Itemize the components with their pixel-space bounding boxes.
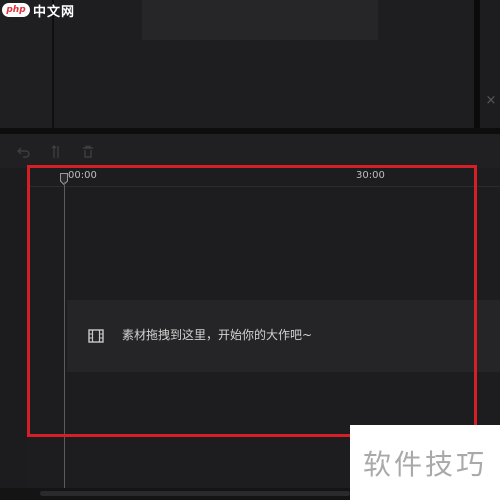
logo-badge: php bbox=[2, 3, 30, 17]
logo-site-name: 中文网 bbox=[33, 4, 76, 20]
close-icon[interactable]: × bbox=[484, 94, 498, 108]
highlight-annotation-box bbox=[27, 165, 477, 437]
right-panel bbox=[480, 0, 500, 128]
timeline-toolbar bbox=[0, 134, 500, 168]
track-header-column bbox=[0, 168, 27, 488]
split-icon[interactable] bbox=[48, 144, 64, 160]
watermark-box: 软件技巧 bbox=[350, 425, 500, 500]
undo-icon[interactable] bbox=[16, 144, 32, 160]
site-logo: php 中文网 bbox=[2, 2, 76, 20]
delete-icon[interactable] bbox=[80, 144, 96, 160]
horizontal-scrollbar[interactable] bbox=[40, 491, 350, 496]
preview-player-frame bbox=[142, 0, 378, 40]
watermark-text: 软件技巧 bbox=[362, 447, 487, 481]
